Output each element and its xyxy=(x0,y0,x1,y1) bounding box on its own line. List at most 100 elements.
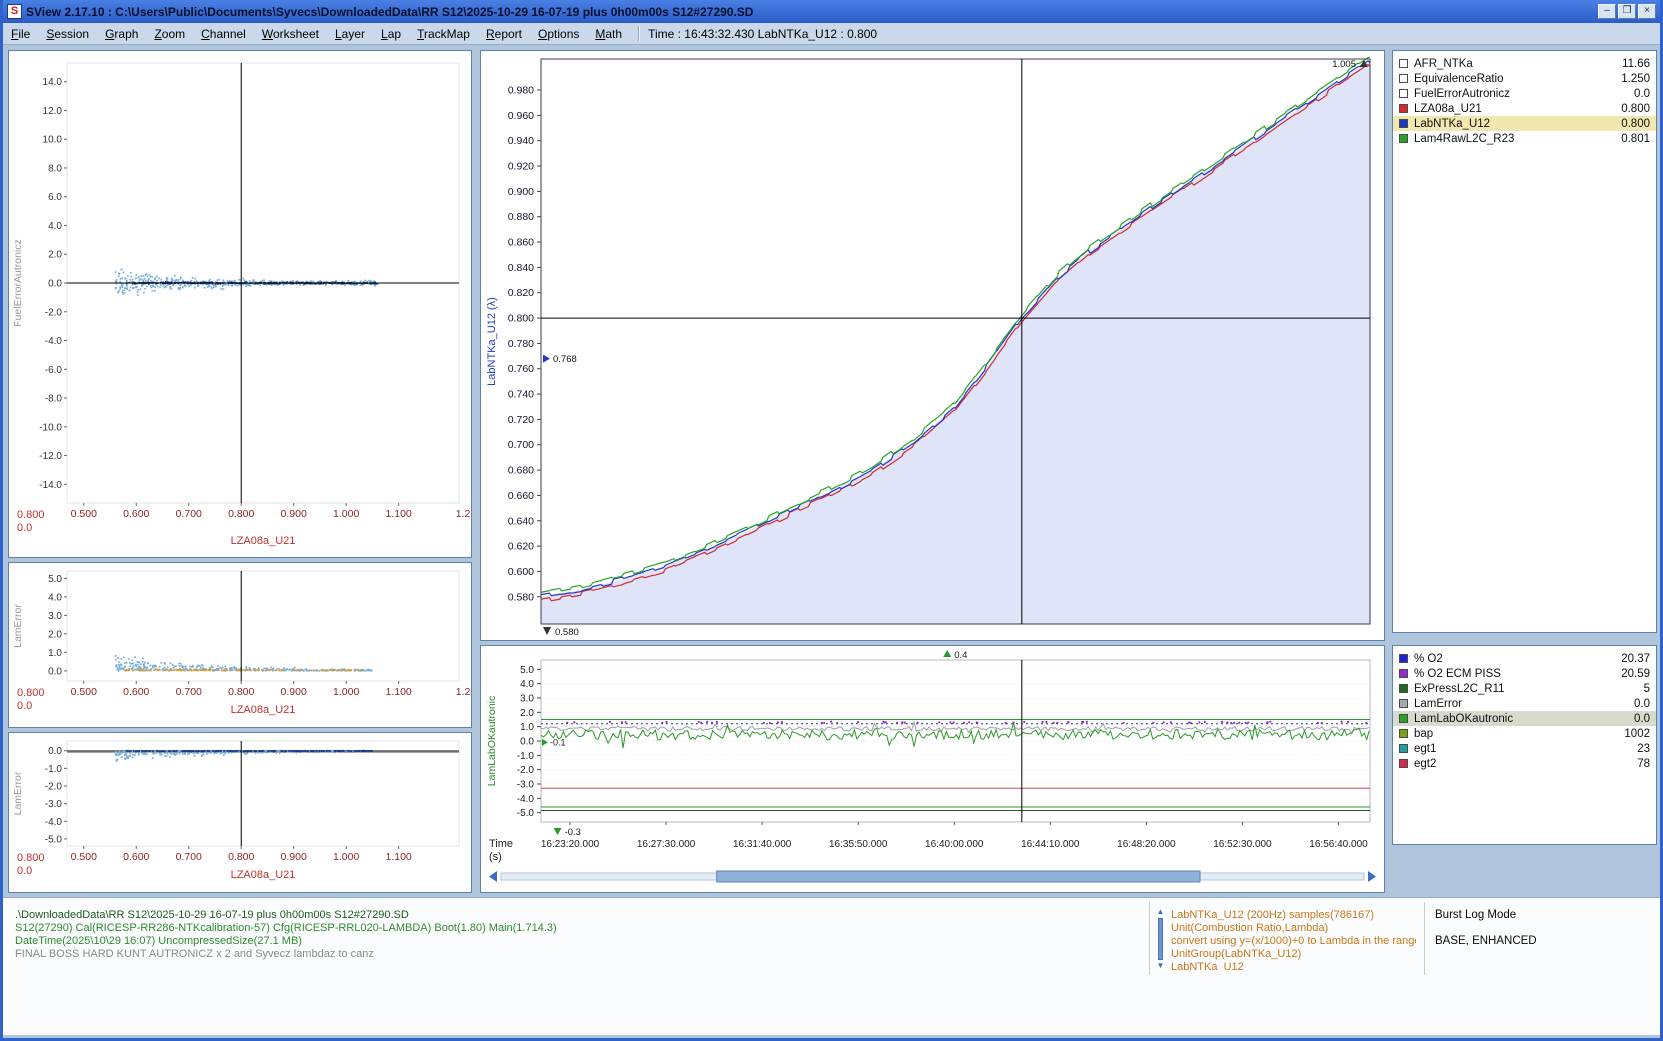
svg-text:0.800: 0.800 xyxy=(228,851,254,863)
legend-row-expressl2c_r11[interactable]: ExPressL2C_R115 xyxy=(1393,681,1656,696)
svg-text:16:35:50.000: 16:35:50.000 xyxy=(829,839,888,850)
channel-name: AFR_NTKa xyxy=(1414,58,1473,70)
svg-text:1.000: 1.000 xyxy=(333,686,359,698)
svg-text:0.620: 0.620 xyxy=(508,541,534,553)
channel-color-swatch xyxy=(1399,744,1408,753)
minimize-button[interactable]: – xyxy=(1598,4,1616,19)
scroll-up-icon[interactable]: ▲ xyxy=(1157,908,1165,916)
svg-text:0.880: 0.880 xyxy=(508,211,534,223)
channel-name: FuelErrorAutronicz xyxy=(1414,88,1510,100)
channel-color-swatch xyxy=(1399,119,1408,128)
fuel-error-scatter-plot[interactable]: 14.012.010.08.06.04.02.00.0-2.0-4.0-6.0-… xyxy=(9,51,471,557)
svg-text:0.980: 0.980 xyxy=(508,85,534,97)
svg-text:-3.0: -3.0 xyxy=(45,799,63,810)
channel-info-line: LabNTKa_U12 xyxy=(1171,961,1416,971)
svg-text:0.500: 0.500 xyxy=(71,686,97,698)
legend-row-afr_ntka[interactable]: AFR_NTKa11.66 xyxy=(1393,56,1656,71)
svg-text:LZA08a_U21: LZA08a_U21 xyxy=(231,704,296,716)
scroll-thumb[interactable] xyxy=(1158,918,1163,960)
legend-row-fuelerrorautronicz[interactable]: FuelErrorAutronicz0.0 xyxy=(1393,86,1656,101)
svg-text:0.0: 0.0 xyxy=(17,865,32,877)
timeline-scroll-left-icon[interactable] xyxy=(489,871,497,882)
legend-row--o2-ecm-piss[interactable]: % O2 ECM PISS20.59 xyxy=(1393,666,1656,681)
menu-items: FileSessionGraphZoomChannelWorksheetLaye… xyxy=(3,24,630,44)
svg-text:16:52:30.000: 16:52:30.000 xyxy=(1213,839,1272,850)
svg-text:LamLabOKautronic: LamLabOKautronic xyxy=(486,696,498,786)
svg-text:0.680: 0.680 xyxy=(508,465,534,477)
menu-report[interactable]: Report xyxy=(478,24,530,44)
svg-text:0.660: 0.660 xyxy=(508,490,534,502)
legend-row-lamlabokautronic[interactable]: LamLabOKautronic0.0 xyxy=(1393,711,1656,726)
svg-text:3.0: 3.0 xyxy=(48,611,62,622)
file-info-block: .\DownloadedData\RR S12\2025-10-29 16-07… xyxy=(15,909,557,961)
channel-color-swatch xyxy=(1399,759,1408,768)
legend-row-egt2[interactable]: egt278 xyxy=(1393,756,1656,771)
menu-lap[interactable]: Lap xyxy=(373,24,409,44)
svg-text:0.600: 0.600 xyxy=(123,851,149,863)
svg-text:0.860: 0.860 xyxy=(508,237,534,249)
svg-text:0.800: 0.800 xyxy=(17,852,45,864)
svg-text:0.700: 0.700 xyxy=(176,851,202,863)
svg-text:-5.0: -5.0 xyxy=(45,834,63,845)
timeline-scrollbar-thumb[interactable] xyxy=(717,871,1200,882)
lam-error-lower-scatter-plot[interactable]: 0.0-1.0-2.0-3.0-4.0-5.00.5000.6000.7000.… xyxy=(9,733,471,892)
scroll-down-icon[interactable]: ▼ xyxy=(1157,962,1165,970)
legend-row-bap[interactable]: bap1002 xyxy=(1393,726,1656,741)
svg-text:5.0: 5.0 xyxy=(520,665,534,676)
file-info-line: DateTime(2025\10\29 16:07) UncompressedS… xyxy=(15,935,557,948)
menu-channel[interactable]: Channel xyxy=(193,24,254,44)
channel-info-scrollbar[interactable]: ▲ ▼ xyxy=(1155,908,1166,970)
legend-row-labntka_u12[interactable]: LabNTKa_U120.800 xyxy=(1393,116,1656,131)
menu-math[interactable]: Math xyxy=(587,24,630,44)
svg-text:0.780: 0.780 xyxy=(508,338,534,350)
channel-value: 5 xyxy=(1644,683,1650,695)
svg-text:0.800: 0.800 xyxy=(228,508,254,520)
channel-color-swatch xyxy=(1399,89,1408,98)
svg-text:14.0: 14.0 xyxy=(43,77,63,88)
title-bar[interactable]: S SView 2.17.10 : C:\Users\Public\Docume… xyxy=(3,0,1660,23)
svg-text:1.000: 1.000 xyxy=(333,508,359,520)
svg-text:Time: Time xyxy=(489,838,513,850)
svg-text:-1.0: -1.0 xyxy=(45,764,63,775)
menu-graph[interactable]: Graph xyxy=(97,24,146,44)
lam-error-lower-scatter-panel: 0.0-1.0-2.0-3.0-4.0-5.00.5000.6000.7000.… xyxy=(8,732,472,893)
svg-text:8.0: 8.0 xyxy=(48,163,62,174)
svg-text:-4.0: -4.0 xyxy=(45,336,63,347)
time-series-chart[interactable]: 5.04.03.02.01.00.0-1.0-2.0-3.0-4.0-5.016… xyxy=(481,646,1384,892)
maximize-button[interactable]: ❐ xyxy=(1618,4,1636,19)
channel-info-line: Unit(Combustion Ratio,Lambda) xyxy=(1171,922,1416,935)
svg-text:0.820: 0.820 xyxy=(508,287,534,299)
lambda-main-chart[interactable]: 0.9800.9600.9400.9200.9000.8800.8600.840… xyxy=(481,51,1384,640)
legend-row--o2[interactable]: % O220.37 xyxy=(1393,651,1656,666)
menu-options[interactable]: Options xyxy=(530,24,587,44)
menu-layer[interactable]: Layer xyxy=(327,24,373,44)
channel-name: EquivalenceRatio xyxy=(1414,73,1504,85)
legend-row-lam4rawl2c_r23[interactable]: Lam4RawL2C_R230.801 xyxy=(1393,131,1656,146)
channel-legend-lower: % O220.37% O2 ECM PISS20.59ExPressL2C_R1… xyxy=(1392,645,1657,845)
menu-worksheet[interactable]: Worksheet xyxy=(254,24,327,44)
menu-zoom[interactable]: Zoom xyxy=(146,24,193,44)
legend-row-lamerror[interactable]: LamError0.0 xyxy=(1393,696,1656,711)
legend-row-lza08a_u21[interactable]: LZA08a_U210.800 xyxy=(1393,101,1656,116)
channel-value: 0.801 xyxy=(1621,133,1650,145)
app-icon: S xyxy=(7,4,22,19)
legend-row-egt1[interactable]: egt123 xyxy=(1393,741,1656,756)
channel-name: LZA08a_U21 xyxy=(1414,103,1482,115)
lam-error-upper-scatter-plot[interactable]: 5.04.03.02.01.00.00.5000.6000.7000.8000.… xyxy=(9,563,471,727)
menu-trackmap[interactable]: TrackMap xyxy=(409,24,478,44)
svg-text:2.0: 2.0 xyxy=(48,250,62,261)
menu-session[interactable]: Session xyxy=(38,24,97,44)
svg-text:16:27:30.000: 16:27:30.000 xyxy=(637,839,696,850)
svg-text:4.0: 4.0 xyxy=(48,592,62,603)
channel-color-swatch xyxy=(1399,684,1408,693)
svg-text:0.500: 0.500 xyxy=(71,508,97,520)
svg-text:0.940: 0.940 xyxy=(508,135,534,147)
svg-text:-14.0: -14.0 xyxy=(39,480,62,491)
timeline-scroll-right-icon[interactable] xyxy=(1368,871,1376,882)
svg-text:-8.0: -8.0 xyxy=(45,394,63,405)
menu-file[interactable]: File xyxy=(3,24,38,44)
svg-text:1.000: 1.000 xyxy=(333,851,359,863)
svg-text:0.900: 0.900 xyxy=(281,851,307,863)
close-button[interactable]: × xyxy=(1638,4,1656,19)
legend-row-equivalenceratio[interactable]: EquivalenceRatio1.250 xyxy=(1393,71,1656,86)
